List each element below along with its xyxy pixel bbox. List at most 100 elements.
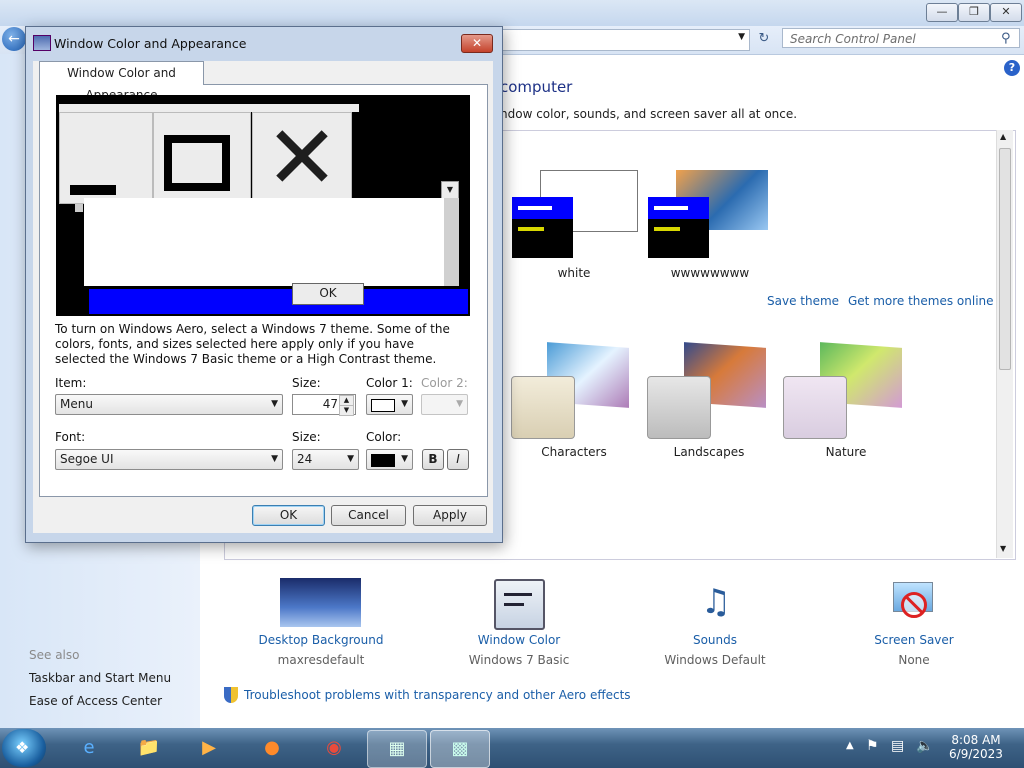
shield-icon — [224, 687, 238, 703]
dialog-title: Window Color and Appearance — [54, 36, 247, 51]
chevron-down-icon: ▼ — [271, 454, 278, 464]
preview-message-box — [84, 198, 444, 286]
chevron-down-icon[interactable]: ▼ — [738, 32, 745, 42]
preview-maximize-button — [153, 112, 251, 204]
color1-label: Color 1: — [366, 376, 413, 390]
get-more-themes-link[interactable]: Get more themes online — [848, 294, 994, 308]
file-explorer-icon[interactable]: 📁 — [120, 730, 178, 766]
maximize-button[interactable]: ❐ — [958, 3, 990, 22]
font-size-value: 24 — [297, 452, 313, 466]
network-icon[interactable]: ▤ — [891, 738, 904, 754]
taskbar-start-menu-link[interactable]: Taskbar and Start Menu — [29, 671, 171, 685]
size-spinbox[interactable]: 47 ▲ ▼ — [292, 394, 356, 416]
see-also-label: See also — [29, 648, 80, 662]
page-subtitle: ndow color, sounds, and screen saver all… — [500, 107, 798, 121]
scroll-up-icon[interactable]: ▲ — [1000, 132, 1006, 141]
item-select-value: Menu — [60, 397, 93, 411]
preview-selected-bar — [89, 289, 468, 314]
preview-ok-button: OK — [292, 283, 364, 305]
back-button[interactable]: ← — [2, 27, 26, 51]
control-panel-taskbar-icon[interactable]: ▦ — [367, 730, 427, 768]
minimize-button[interactable]: — — [926, 3, 958, 22]
windows-logo-icon: ❖ — [15, 738, 30, 757]
media-player-icon[interactable]: ▶ — [180, 730, 238, 766]
screen-saver-icon[interactable] — [889, 578, 937, 626]
scrollbar-thumb[interactable] — [999, 148, 1011, 370]
window-color-link[interactable]: Window Color — [454, 633, 584, 647]
chevron-down-icon: ▼ — [347, 454, 354, 464]
search-input[interactable]: Search Control Panel — [782, 28, 1020, 48]
theme-wwwwwwww-label: wwwwwwww — [670, 266, 750, 280]
tab-window-color-appearance[interactable]: Window Color and Appearance — [39, 61, 204, 102]
address-box[interactable]: ▼ — [500, 29, 750, 51]
preview-close-button: ✕ — [252, 112, 352, 204]
cancel-button[interactable]: Cancel — [331, 505, 406, 526]
clock-date: 6/9/2023 — [949, 747, 1003, 761]
preview-handle — [75, 204, 83, 212]
dialog-app-icon — [33, 35, 51, 51]
theme-nature-label: Nature — [825, 445, 867, 459]
window-color-icon[interactable] — [494, 579, 545, 630]
theme-landscapes-label: Landscapes — [673, 445, 745, 459]
internet-explorer-icon[interactable]: e — [60, 730, 118, 766]
theme-characters-thumbnail[interactable] — [511, 376, 575, 439]
theme-white-label: white — [557, 266, 591, 280]
firefox-icon[interactable]: ● — [243, 730, 301, 766]
font-color-label: Color: — [366, 430, 402, 444]
theme-white-window-preview — [512, 197, 573, 258]
ok-button[interactable]: OK — [252, 505, 325, 526]
spin-down-icon[interactable]: ▼ — [339, 405, 354, 416]
italic-button[interactable]: I — [447, 449, 469, 470]
ease-of-access-link[interactable]: Ease of Access Center — [29, 694, 162, 708]
chrome-icon[interactable]: ◉ — [305, 730, 363, 766]
size-value: 47 — [322, 397, 338, 411]
font-size-select[interactable]: 24 ▼ — [292, 449, 359, 470]
start-button[interactable]: ❖ — [2, 729, 46, 767]
sounds-link[interactable]: Sounds — [650, 633, 780, 647]
refresh-icon: ↻ — [758, 31, 770, 46]
refresh-button[interactable]: ↻ — [754, 29, 774, 49]
screen-saver-link[interactable]: Screen Saver — [849, 633, 979, 647]
close-button[interactable]: ✕ — [990, 3, 1022, 22]
troubleshoot-link[interactable]: Troubleshoot problems with transparency … — [244, 688, 631, 702]
sounds-icon[interactable]: ♫ — [692, 578, 740, 626]
color1-swatch — [371, 399, 395, 412]
preview-scrollbar — [444, 198, 459, 286]
size-label: Size: — [292, 376, 321, 390]
back-arrow-icon: ← — [8, 31, 20, 47]
preview-dropdown-arrow: ▼ — [441, 181, 459, 199]
help-icon[interactable]: ? — [1004, 60, 1020, 76]
screen-saver-value: None — [898, 653, 930, 667]
scroll-down-icon[interactable]: ▼ — [1000, 544, 1006, 553]
item-select[interactable]: Menu ▼ — [55, 394, 283, 415]
desktop-background-value: maxresdefault — [277, 653, 365, 667]
show-hidden-icons[interactable]: ▲ — [846, 740, 854, 751]
desktop-background-link[interactable]: Desktop Background — [256, 633, 386, 647]
theme-nature-thumbnail[interactable] — [783, 376, 847, 439]
volume-icon[interactable]: 🔈 — [916, 738, 933, 754]
clock-time: 8:08 AM — [951, 733, 1001, 747]
apply-button[interactable]: Apply — [413, 505, 487, 526]
save-theme-link[interactable]: Save theme — [767, 294, 839, 308]
window-color-taskbar-icon[interactable]: ▩ — [430, 730, 490, 768]
dialog-close-button[interactable]: ✕ — [461, 34, 493, 53]
chevron-down-icon: ▼ — [456, 399, 463, 409]
desktop-background-icon[interactable] — [280, 578, 361, 627]
control-panel-titlebar — [0, 0, 1024, 26]
font-select-value: Segoe UI — [60, 452, 114, 466]
theme-characters-label: Characters — [541, 445, 607, 459]
font-select[interactable]: Segoe UI ▼ — [55, 449, 283, 470]
chevron-down-icon: ▼ — [401, 454, 408, 464]
theme-wwwwwwww-window-preview — [648, 197, 709, 258]
font-color-picker[interactable]: ▼ — [366, 449, 413, 470]
theme-landscapes-thumbnail[interactable] — [647, 376, 711, 439]
system-clock[interactable]: 8:08 AM 6/9/2023 — [936, 733, 1016, 761]
sounds-value: Windows Default — [664, 653, 766, 667]
search-icon[interactable]: ⚲ — [1001, 31, 1011, 46]
action-center-icon[interactable]: ⚑ — [866, 738, 879, 754]
color2-label: Color 2: — [421, 376, 468, 390]
bold-button[interactable]: B — [422, 449, 444, 470]
aero-info-text: To turn on Windows Aero, select a Window… — [55, 322, 450, 366]
font-label: Font: — [55, 430, 86, 444]
color1-picker[interactable]: ▼ — [366, 394, 413, 415]
